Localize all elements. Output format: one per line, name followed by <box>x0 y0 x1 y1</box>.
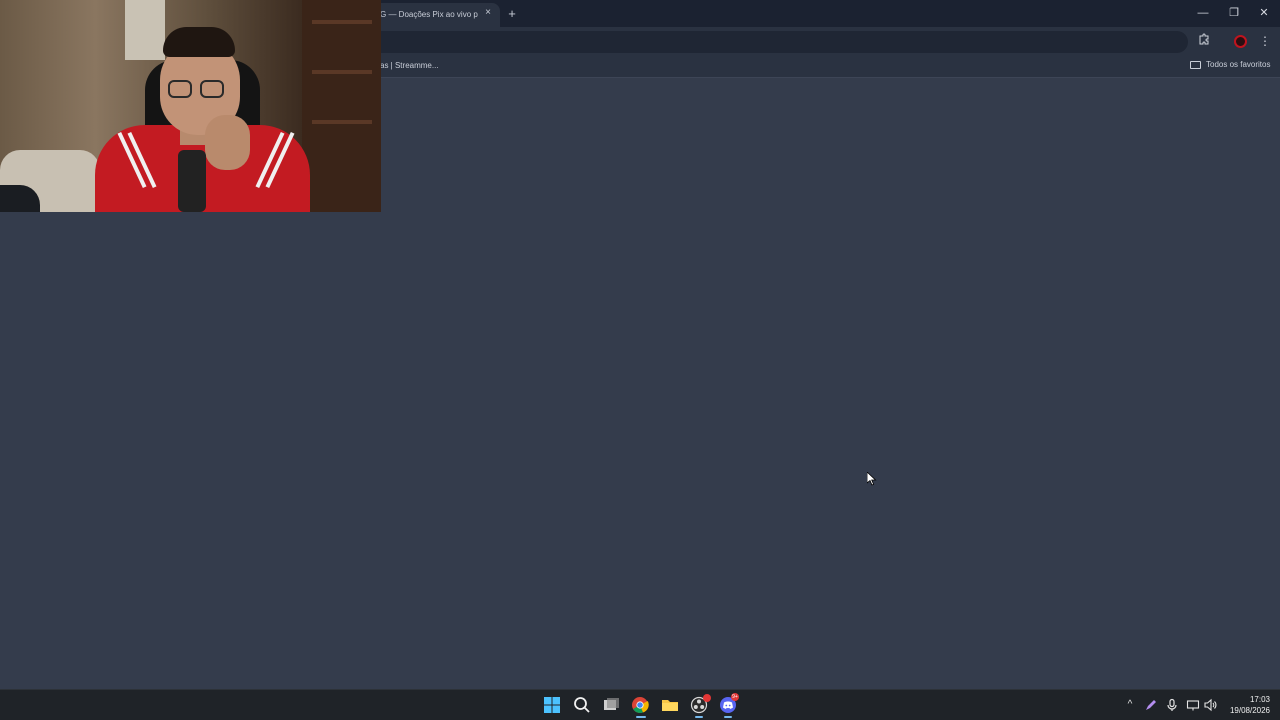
obs-open-indicator <box>695 716 703 718</box>
webcam-shelf-board <box>312 70 372 74</box>
mouse-cursor-icon <box>867 472 877 486</box>
webcam-poster <box>125 0 165 60</box>
file-explorer-icon[interactable] <box>660 695 680 715</box>
chrome-active-indicator <box>636 716 646 718</box>
address-bar[interactable] <box>360 31 1188 53</box>
close-window-button[interactable]: ✕ <box>1254 4 1274 22</box>
webcam-shelf-board <box>312 20 372 24</box>
search-icon[interactable] <box>572 695 592 715</box>
network-icon[interactable] <box>1186 698 1200 712</box>
profile-avatar[interactable] <box>1234 35 1247 48</box>
webcam-hair <box>163 27 235 57</box>
system-clock[interactable]: 17:03 19/08/2026 <box>1224 694 1270 716</box>
obs-icon[interactable] <box>689 694 711 715</box>
windows-start-icon[interactable] <box>542 695 562 715</box>
webcam-hand <box>205 115 250 170</box>
taskbar: 9+ ^ 17:03 19/08/2026 <box>0 689 1280 720</box>
folder-icon <box>1190 60 1201 69</box>
webcam-glasses <box>200 80 224 98</box>
minimize-button[interactable]: — <box>1193 4 1213 22</box>
screen: G — Doações Pix ao vivo p × + — ❐ ✕ ⋮ as… <box>0 0 1280 720</box>
all-bookmarks-label: Todos os favoritos <box>1206 60 1271 69</box>
extensions-icon[interactable] <box>1196 32 1214 50</box>
chrome-icon[interactable] <box>630 695 650 715</box>
clock-date: 19/08/2026 <box>1229 706 1270 715</box>
obs-recording-badge <box>703 694 711 702</box>
bookmark-item[interactable]: as | Streamme... <box>380 61 439 70</box>
tab-close-icon[interactable]: × <box>482 7 494 19</box>
new-tab-button[interactable]: + <box>504 6 520 22</box>
tab-title: G — Doações Pix ao vivo p <box>380 10 478 19</box>
discord-icon[interactable]: 9+ <box>718 693 739 715</box>
discord-open-indicator <box>724 716 732 718</box>
pen-icon[interactable] <box>1144 698 1158 712</box>
discord-notification-badge: 9+ <box>731 693 739 701</box>
clock-time: 17:03 <box>1249 695 1270 704</box>
webcam-microphone <box>178 150 206 212</box>
microphone-icon[interactable] <box>1165 698 1179 712</box>
webcam-bookshelf <box>302 0 381 212</box>
webcam-overlay <box>0 0 381 212</box>
webcam-shelf-board <box>312 120 372 124</box>
webcam-glasses <box>168 80 192 98</box>
browser-tab[interactable]: G — Doações Pix ao vivo p <box>372 3 500 27</box>
menu-icon[interactable]: ⋮ <box>1256 32 1274 50</box>
volume-icon[interactable] <box>1203 698 1217 712</box>
chevron-up-icon[interactable]: ^ <box>1123 698 1137 712</box>
restore-button[interactable]: ❐ <box>1224 4 1244 22</box>
all-bookmarks-button[interactable]: Todos os favoritos <box>1190 60 1270 69</box>
task-view-icon[interactable] <box>601 695 621 715</box>
